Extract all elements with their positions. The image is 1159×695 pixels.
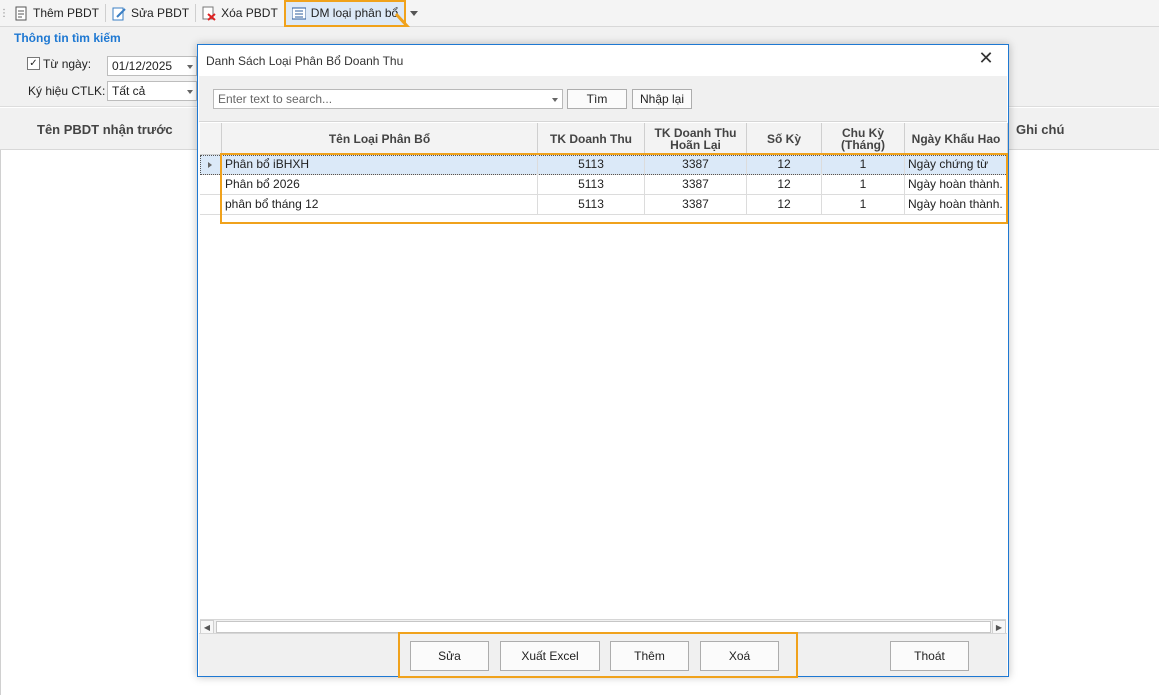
category-grid: Tên Loại Phân Bổ TK Doanh Thu TK Doanh T… bbox=[200, 123, 1008, 633]
dialog-title: Danh Sách Loại Phân Bổ Doanh Thu bbox=[206, 54, 404, 68]
horizontal-scrollbar[interactable]: ◀ ▶ bbox=[200, 619, 1006, 634]
close-icon[interactable]: ✕ bbox=[978, 49, 994, 67]
category-list-label: DM loại phân bổ bbox=[310, 6, 399, 20]
add-pbdt-button[interactable]: Thêm PBDT bbox=[8, 1, 105, 26]
add-button[interactable]: Thêm bbox=[610, 641, 689, 671]
table-row[interactable]: Phân bổ iBHXH 5113 3387 12 1 Ngày chứng … bbox=[200, 155, 1008, 175]
row-indicator-icon bbox=[208, 162, 212, 168]
search-placeholder: Enter text to search... bbox=[218, 92, 333, 106]
col-periods[interactable]: Số Kỳ bbox=[747, 123, 822, 155]
col-revenue-acct[interactable]: TK Doanh Thu bbox=[538, 123, 645, 155]
export-excel-button[interactable]: Xuất Excel bbox=[500, 641, 600, 671]
cell-periods: 12 bbox=[747, 175, 822, 195]
col-pbdt-name: Tên PBDT nhận trước bbox=[37, 122, 173, 137]
col-depr-date[interactable]: Ngày Khấu Hao bbox=[905, 123, 1008, 155]
grid-header: Tên Loại Phân Bổ TK Doanh Thu TK Doanh T… bbox=[200, 123, 1008, 155]
search-input[interactable]: Enter text to search... bbox=[213, 89, 563, 109]
toolbar-grip[interactable]: ⋮ bbox=[0, 0, 9, 27]
symbol-label: Ký hiệu CTLK: bbox=[28, 84, 106, 98]
cell-deferred-acct: 3387 bbox=[645, 195, 747, 215]
search-title: Thông tin tìm kiếm bbox=[14, 31, 121, 45]
cell-periods: 12 bbox=[747, 195, 822, 215]
delete-button[interactable]: Xoá bbox=[700, 641, 779, 671]
delete-pbdt-button[interactable]: Xóa PBDT bbox=[196, 1, 284, 26]
delete-icon bbox=[202, 6, 216, 21]
dialog-search-bar: Enter text to search... Tìm Nhập lại bbox=[199, 76, 1007, 122]
cell-name: phân bổ tháng 12 bbox=[222, 195, 538, 215]
edit-pbdt-button[interactable]: Sửa PBDT bbox=[106, 1, 195, 26]
edit-pbdt-label: Sửa PBDT bbox=[131, 6, 190, 20]
reset-button[interactable]: Nhập lại bbox=[632, 89, 692, 109]
from-date-value: 01/12/2025 bbox=[112, 59, 173, 73]
category-list-button[interactable]: DM loại phân bổ bbox=[283, 0, 407, 27]
table-row[interactable]: Phân bổ 2026 5113 3387 12 1 Ngày hoàn th… bbox=[200, 175, 1008, 195]
exit-button[interactable]: Thoát bbox=[890, 641, 969, 671]
col-deferred-acct[interactable]: TK Doanh Thu Hoãn Lại bbox=[645, 123, 747, 155]
scroll-thumb[interactable] bbox=[216, 621, 991, 633]
symbol-select[interactable]: Tất cả bbox=[107, 81, 197, 101]
cell-name: Phân bổ iBHXH bbox=[222, 155, 538, 175]
list-icon bbox=[291, 6, 307, 21]
cell-depr-date: Ngày hoàn thành. bbox=[905, 195, 1008, 215]
col-cycle[interactable]: Chu Kỳ (Tháng) bbox=[822, 123, 905, 155]
row-indicator-header bbox=[200, 123, 222, 155]
delete-pbdt-label: Xóa PBDT bbox=[221, 6, 278, 20]
document-icon bbox=[14, 6, 28, 21]
table-row[interactable]: phân bổ tháng 12 5113 3387 12 1 Ngày hoà… bbox=[200, 195, 1008, 215]
from-date-checkbox[interactable]: ✓ bbox=[27, 57, 40, 70]
cell-revenue-acct: 5113 bbox=[538, 175, 645, 195]
cell-cycle: 1 bbox=[822, 155, 905, 175]
find-button[interactable]: Tìm bbox=[567, 89, 627, 109]
add-pbdt-label: Thêm PBDT bbox=[33, 6, 100, 20]
chevron-down-icon[interactable] bbox=[187, 65, 193, 69]
edit-button[interactable]: Sửa bbox=[410, 641, 489, 671]
symbol-value: Tất cả bbox=[112, 84, 146, 98]
cell-deferred-acct: 3387 bbox=[645, 155, 747, 175]
chevron-down-icon[interactable] bbox=[552, 98, 558, 102]
cell-name: Phân bổ 2026 bbox=[222, 175, 538, 195]
cell-periods: 12 bbox=[747, 155, 822, 175]
cell-revenue-acct: 5113 bbox=[538, 195, 645, 215]
chevron-down-icon[interactable] bbox=[187, 90, 193, 94]
cell-cycle: 1 bbox=[822, 175, 905, 195]
cell-depr-date: Ngày chứng từ bbox=[905, 155, 1008, 175]
col-note: Ghi chú bbox=[1016, 122, 1065, 137]
cell-depr-date: Ngày hoàn thành. bbox=[905, 175, 1008, 195]
scroll-left-icon[interactable]: ◀ bbox=[200, 620, 214, 634]
from-date-label: Từ ngày: bbox=[43, 57, 92, 71]
cell-deferred-acct: 3387 bbox=[645, 175, 747, 195]
category-dialog: Danh Sách Loại Phân Bổ Doanh Thu ✕ Enter… bbox=[197, 44, 1009, 677]
cell-revenue-acct: 5113 bbox=[538, 155, 645, 175]
from-date-field[interactable]: 01/12/2025 bbox=[107, 56, 197, 76]
main-toolbar: ⋮ Thêm PBDT Sửa PBDT Xóa PBDT DM loại ph… bbox=[0, 0, 1159, 27]
dialog-footer: Sửa Xuất Excel Thêm Xoá Thoát bbox=[199, 633, 1007, 676]
cell-cycle: 1 bbox=[822, 195, 905, 215]
col-name[interactable]: Tên Loại Phân Bổ bbox=[222, 123, 538, 155]
edit-icon bbox=[112, 6, 126, 21]
scroll-right-icon[interactable]: ▶ bbox=[992, 620, 1006, 634]
